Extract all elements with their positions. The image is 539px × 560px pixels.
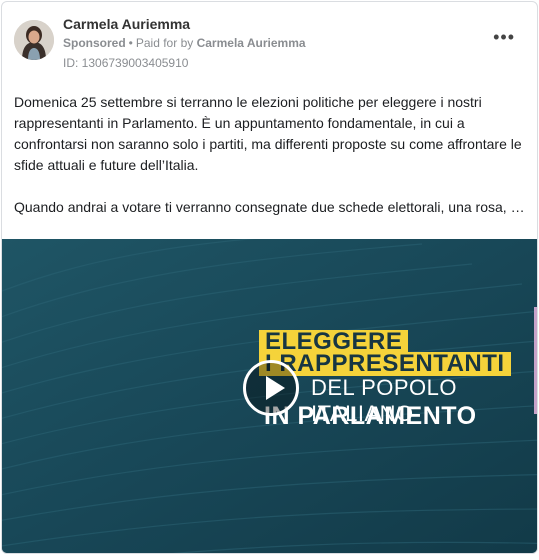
ad-id: ID: 1306739003405910 xyxy=(63,56,189,70)
separator: • xyxy=(128,36,133,50)
play-button[interactable] xyxy=(243,360,299,416)
post-body: Domenica 25 settembre si terranno le ele… xyxy=(14,92,530,218)
video-thumbnail[interactable]: ELEGGERE I RAPPRESENTANTI DEL POPOLO ITA… xyxy=(2,239,537,553)
paid-for-label: Paid for by xyxy=(135,36,194,50)
play-icon xyxy=(266,376,285,400)
sponsorship-line: Sponsored • Paid for by Carmela Auriemma xyxy=(63,36,306,50)
avatar-image xyxy=(14,20,54,60)
post-paragraph-1: Domenica 25 settembre si terranno le ele… xyxy=(14,94,522,173)
more-options-icon[interactable]: ••• xyxy=(493,28,515,46)
video-headline-line4: IN PARLAMENTO xyxy=(264,402,477,430)
ad-card: Carmela Auriemma Sponsored • Paid for by C… xyxy=(1,1,538,554)
avatar[interactable] xyxy=(14,20,54,60)
sponsored-label: Sponsored xyxy=(63,36,126,50)
payer-name[interactable]: Carmela Auriemma xyxy=(197,36,306,50)
video-headline-line2: I RAPPRESENTANTI xyxy=(259,352,511,376)
author-name[interactable]: Carmela Auriemma xyxy=(63,16,190,32)
post-paragraph-2[interactable]: Quando andrai a votare ti verranno conse… xyxy=(14,197,530,218)
